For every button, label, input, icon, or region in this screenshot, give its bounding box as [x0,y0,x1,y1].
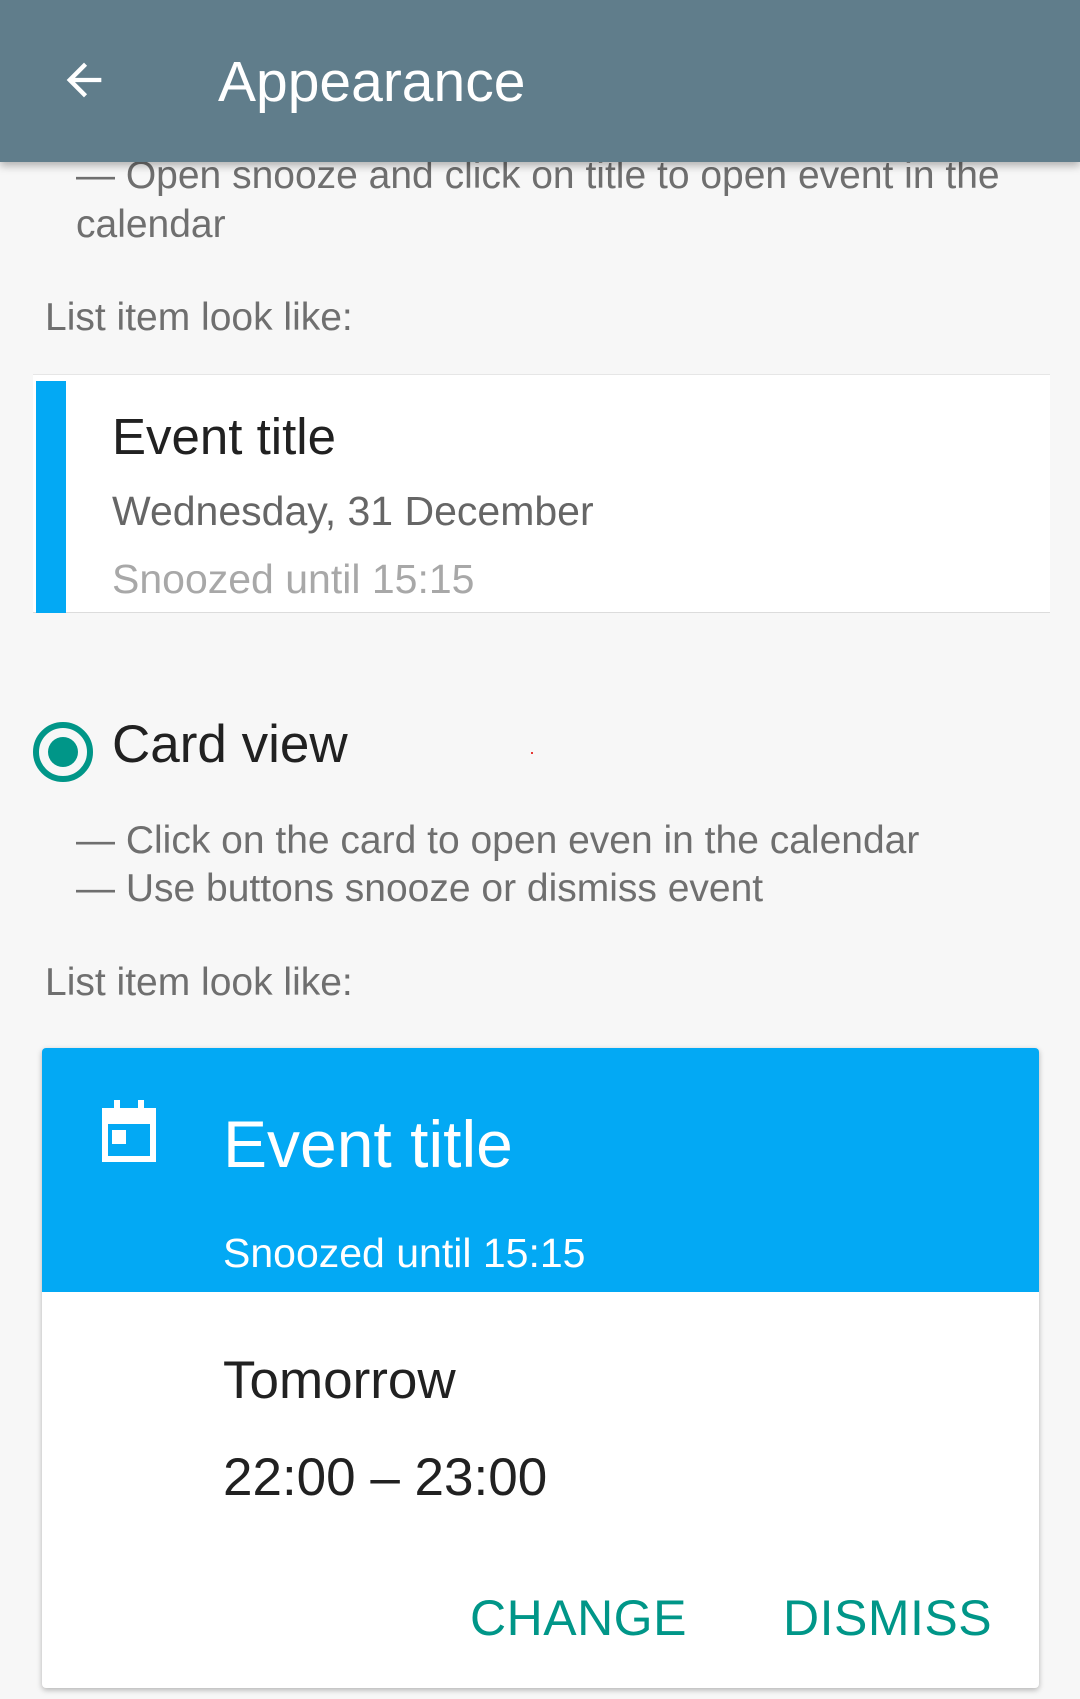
calendar-icon [102,1100,156,1162]
preview-snooze-status: Snoozed until 15:15 [112,556,475,602]
card-view-radio[interactable] [33,722,93,782]
card-snooze-status: Snoozed until 15:15 [223,1230,586,1276]
change-button[interactable]: CHANGE [470,1586,687,1650]
arrow-back-icon [66,62,102,98]
card-view-description-line-1: — Click on the card to open even in the … [76,819,920,862]
card-view-preview-label: List item look like: [45,961,353,1004]
card-view-description-line-2: — Use buttons snooze or dismiss event [76,867,764,910]
app-bar: Appearance [0,0,1080,162]
compact-view-description-line-2: calendar [76,203,226,246]
card-event-time-range: 22:00 – 23:00 [223,1448,548,1507]
back-button[interactable] [48,40,120,120]
compact-list-item-preview: Event title Wednesday, 31 December Snooz… [33,374,1050,613]
card-item-preview[interactable]: Event title Snoozed until 15:15 Tomorrow… [42,1048,1039,1688]
card-event-day: Tomorrow [223,1351,456,1410]
card-event-title: Event title [223,1107,513,1181]
radio-selected-indicator [48,737,78,767]
preview-event-date: Wednesday, 31 December [112,488,594,534]
stray-pixel [531,752,533,754]
compact-view-preview-label: List item look like: [45,296,353,339]
preview-event-title: Event title [112,408,336,465]
card-view-option-label[interactable]: Card view [112,712,348,778]
card-header: Event title Snoozed until 15:15 [42,1048,1039,1292]
event-color-stripe [36,381,66,613]
page-title: Appearance [218,50,526,114]
dismiss-button[interactable]: DISMISS [783,1586,992,1650]
